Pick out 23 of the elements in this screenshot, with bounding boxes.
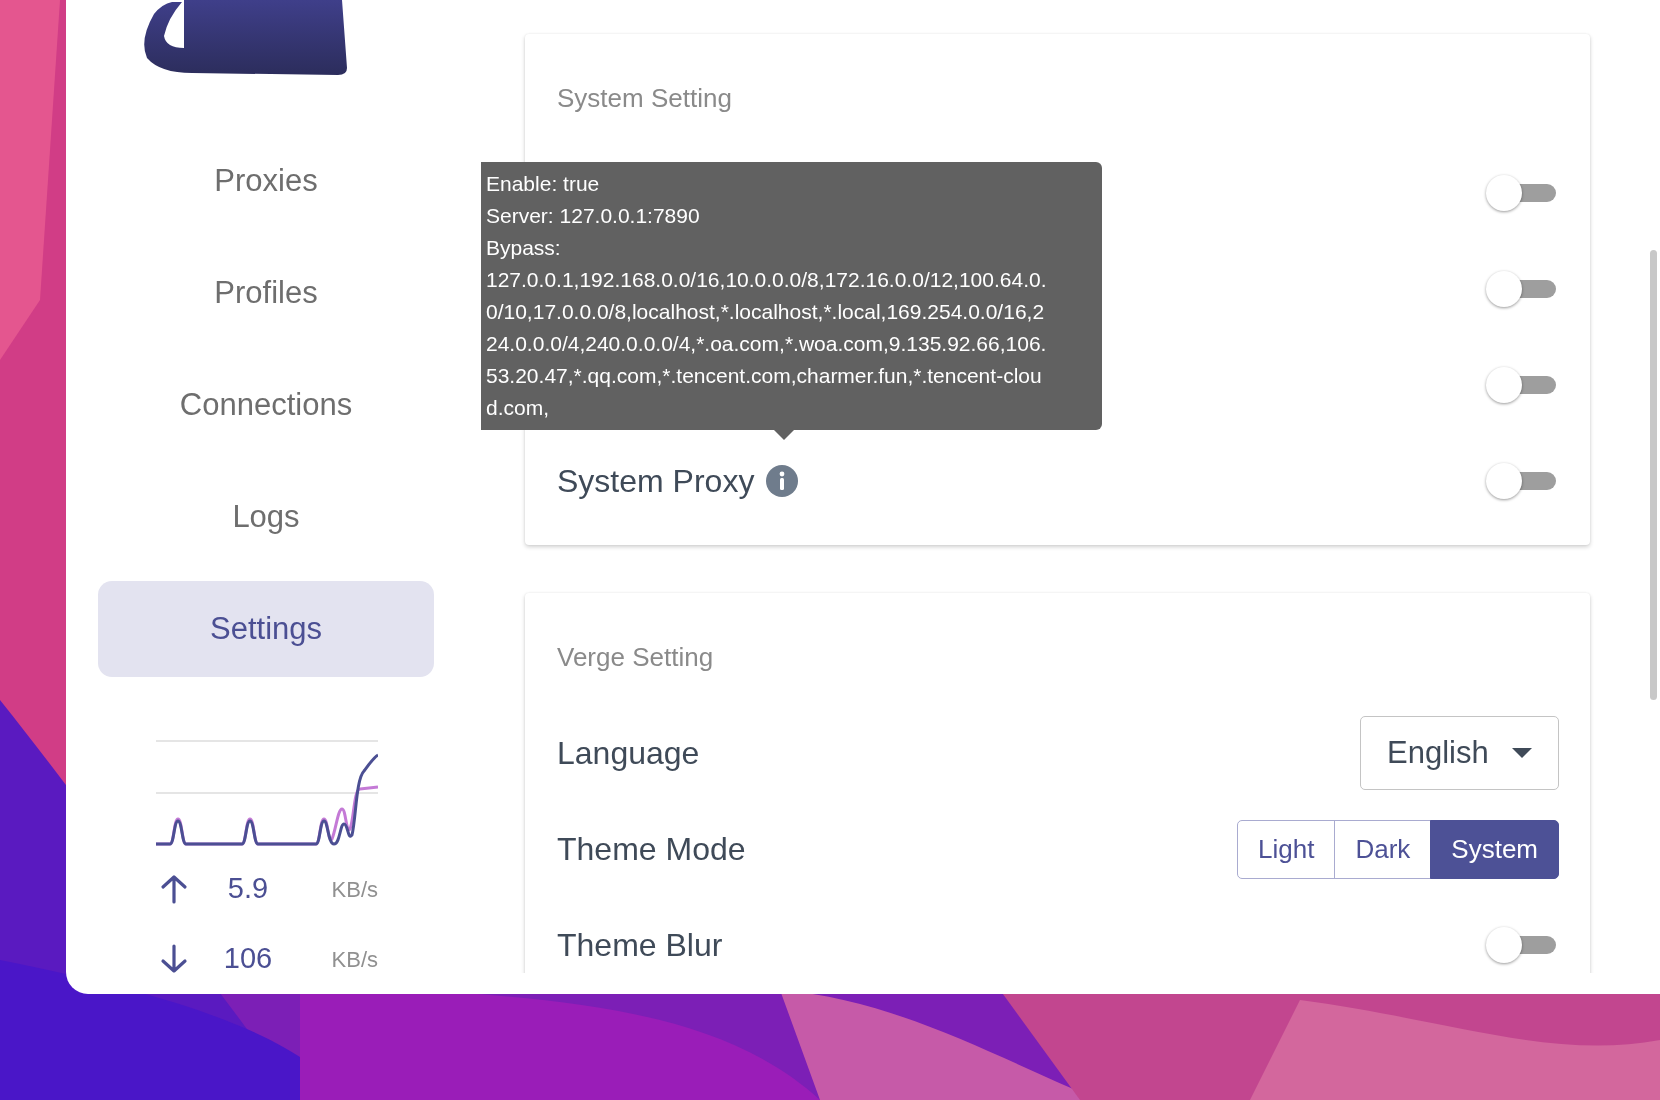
tooltip-text: 127.0.0.1,192.168.0.0/16,10.0.0.0/8,172.16.0.0/12,100.64.0.0/10,17.0.0.0/8,localhost,*.localhost,*.local,169.254.0.0/16,224.0.0.0/4,240.0.0.0/4,*.oa.com,*.woa.com,9.135.92.66,106.53.20.47,*.qq.com,*.tencent.com,charmer.fun,*.tencent-cloud.com, bbox=[486, 267, 1048, 421]
setting-label: Theme Mode bbox=[557, 830, 746, 869]
theme-mode-option[interactable]: System bbox=[1430, 819, 1559, 879]
sidebar-item[interactable]: Logs bbox=[98, 469, 434, 565]
tooltip-text: Enable: true bbox=[486, 171, 601, 197]
tooltip-text: Server: 127.0.0.1:7890 bbox=[486, 203, 701, 229]
setting-label: Theme Blur bbox=[557, 926, 723, 965]
sidebar-item[interactable]: Settings bbox=[98, 581, 434, 677]
tooltip-text: Bypass: bbox=[486, 235, 562, 261]
setting-label: System Proxy bbox=[557, 462, 755, 501]
section-title: System Setting bbox=[557, 82, 733, 114]
section-title: Verge Setting bbox=[557, 641, 715, 673]
speed-unit: KB/s bbox=[330, 875, 378, 904]
language-dropdown[interactable]: English bbox=[1360, 716, 1559, 790]
theme-mode-option[interactable]: Dark bbox=[1334, 819, 1432, 879]
sidebar-item[interactable]: Connections bbox=[98, 357, 434, 453]
theme-mode-option[interactable]: Light bbox=[1237, 819, 1336, 879]
setting-label: Language bbox=[557, 734, 700, 773]
sidebar-item[interactable]: Profiles bbox=[98, 245, 434, 341]
sidebar-item[interactable]: Proxies bbox=[98, 133, 434, 229]
speed-unit: KB/s bbox=[330, 945, 378, 974]
speed-value: 106 bbox=[222, 941, 274, 977]
speed-value: 5.9 bbox=[226, 871, 270, 907]
